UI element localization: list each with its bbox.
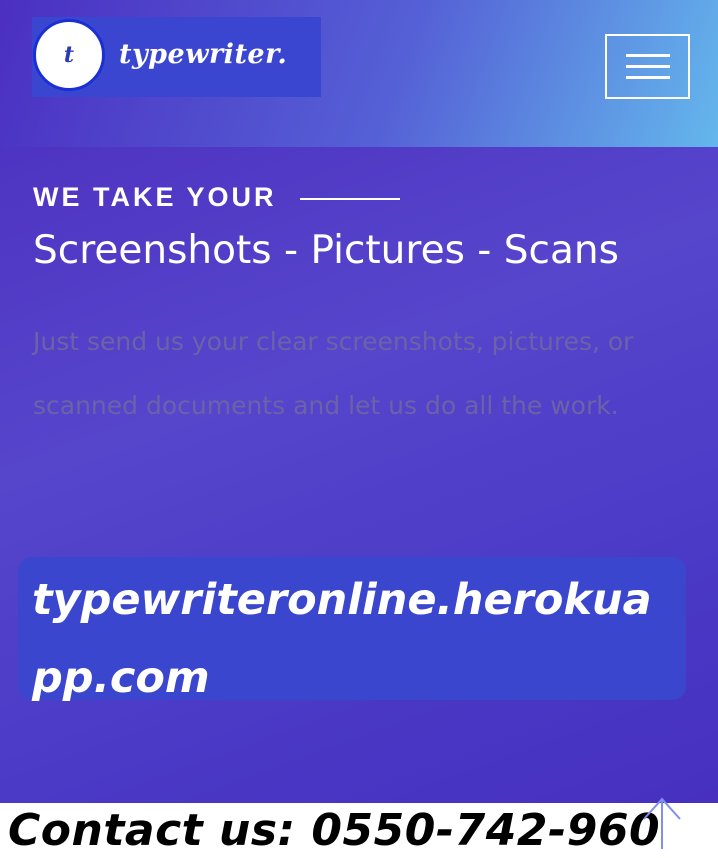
hero-kicker: WE TAKE YOUR — [33, 182, 277, 212]
site-logo[interactable]: t typewriter. — [32, 17, 321, 97]
hero-frame: t typewriter. WE TAKE YOUR Screenshots -… — [0, 0, 718, 803]
hero-headline: Screenshots - Pictures - Scans — [33, 228, 619, 273]
arrow-up-icon[interactable] — [640, 795, 684, 851]
hamburger-menu-icon — [625, 54, 670, 57]
site-header: t typewriter. — [0, 0, 718, 147]
hamburger-menu-icon-bar — [625, 76, 670, 79]
url-banner-text: typewriteronline.herokuapp.com — [32, 575, 652, 703]
hamburger-menu-icon-bar — [625, 65, 670, 68]
kicker-divider — [300, 198, 400, 200]
page: t typewriter. WE TAKE YOUR Screenshots -… — [0, 0, 718, 858]
logo-badge: t — [33, 19, 105, 91]
url-banner: typewriteronline.herokuapp.com — [18, 557, 686, 703]
logo-initial: t — [63, 42, 75, 68]
contact-banner: Contact us: 0550-742-960 — [8, 805, 661, 856]
hero-body: Just send us your clear screenshots, pic… — [33, 327, 634, 420]
hamburger-menu-button[interactable] — [605, 34, 690, 99]
logo-name: typewriter. — [119, 39, 288, 70]
